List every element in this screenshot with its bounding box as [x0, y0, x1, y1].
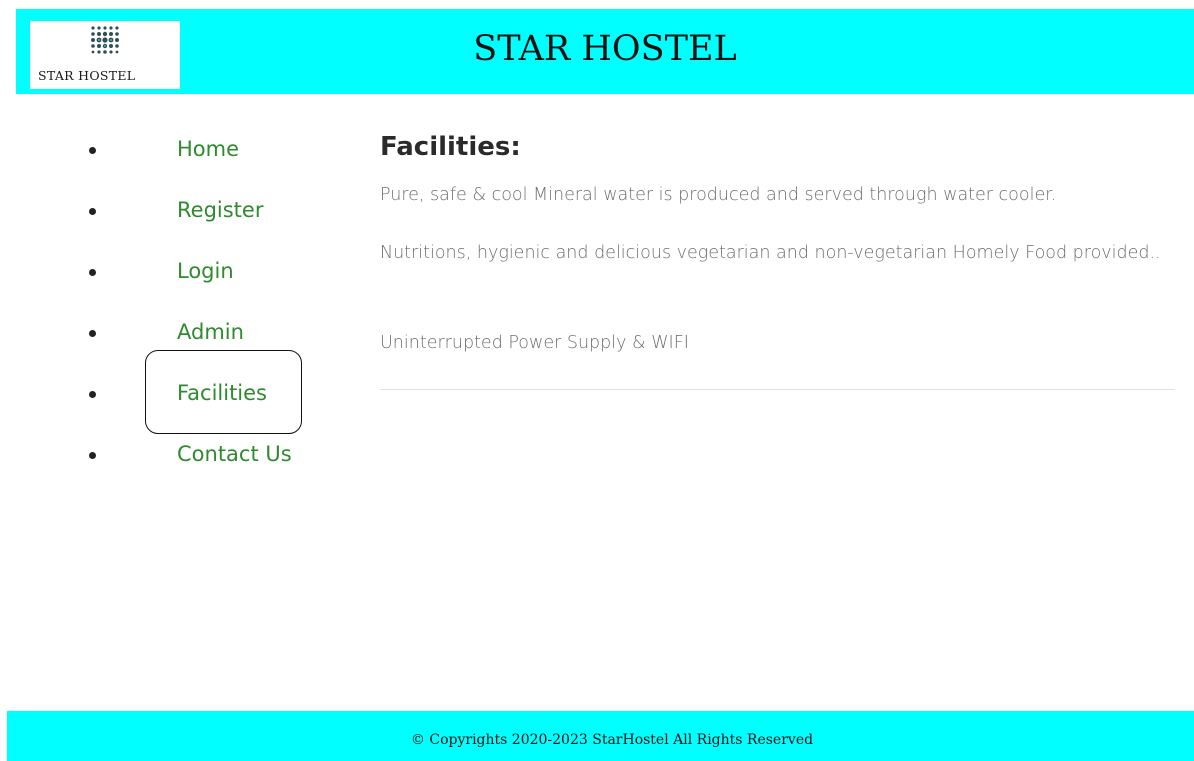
bullet-icon: [89, 330, 96, 337]
nav-item-register[interactable]: Register: [0, 192, 340, 232]
facility-paragraph-power: Uninterrupted Power Supply & WIFI: [380, 333, 689, 353]
site-header: STAR HOSTEL STAR HOSTEL: [16, 9, 1194, 94]
nav-link-admin[interactable]: Admin: [177, 320, 244, 344]
facilities-content: Facilities: Pure, safe & cool Mineral wa…: [380, 128, 1175, 390]
nav-item-login[interactable]: Login: [0, 253, 340, 293]
nav-link-home[interactable]: Home: [177, 137, 239, 161]
site-title: STAR HOSTEL: [473, 29, 737, 69]
bullet-icon: [89, 269, 96, 276]
facility-paragraph-food: Nutritions, hygienic and delicious veget…: [380, 243, 1161, 263]
nav-link-login[interactable]: Login: [177, 259, 234, 283]
bullet-icon: [89, 391, 96, 398]
site-footer: © Copyrights 2020-2023 StarHostel All Ri…: [7, 711, 1194, 761]
content-divider: [380, 389, 1175, 390]
nav-item-contact-us[interactable]: Contact Us: [0, 436, 340, 476]
logo-text: STAR HOSTEL: [38, 68, 136, 83]
nav-link-register[interactable]: Register: [177, 198, 263, 222]
nav-item-home[interactable]: Home: [0, 131, 340, 171]
bullet-icon: [89, 208, 96, 215]
bullet-icon: [89, 452, 96, 459]
nav-link-contact-us[interactable]: Contact Us: [177, 442, 292, 466]
page-heading: Facilities:: [380, 132, 521, 162]
nav-item-facilities[interactable]: Facilities: [0, 375, 340, 415]
nav-item-admin[interactable]: Admin: [0, 314, 340, 354]
nav-link-facilities[interactable]: Facilities: [177, 381, 267, 405]
copyright-text: © Copyrights 2020-2023 StarHostel All Ri…: [410, 732, 814, 748]
bullet-icon: [89, 147, 96, 154]
facility-paragraph-water: Pure, safe & cool Mineral water is produ…: [380, 185, 1057, 205]
